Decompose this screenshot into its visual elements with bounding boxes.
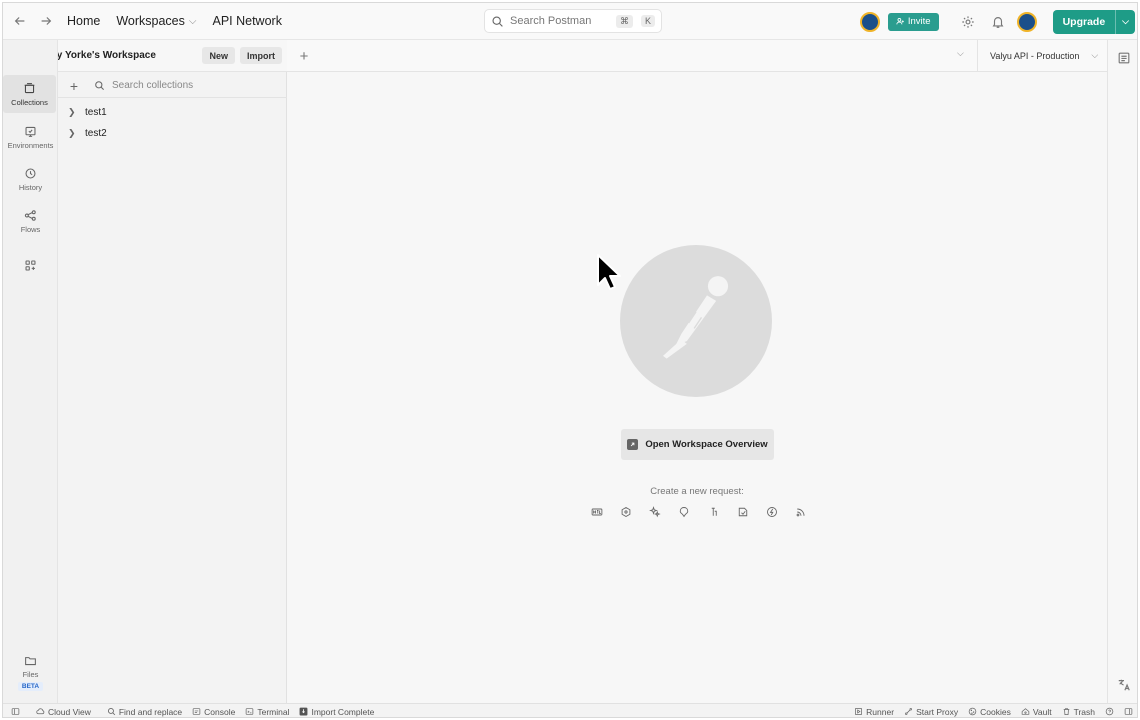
environments-icon: [25, 126, 36, 137]
toggle-right-panel-icon[interactable]: [1119, 707, 1137, 716]
grpc-icon[interactable]: [676, 504, 692, 520]
help-icon[interactable]: [1100, 707, 1119, 716]
vault-button[interactable]: Vault: [1016, 707, 1057, 717]
proxy-icon: [905, 708, 913, 715]
new-tab-plus-icon[interactable]: +: [295, 47, 313, 65]
user-avatar[interactable]: [1016, 11, 1037, 32]
app-window: Home Workspaces ⌵ API Network Search Pos…: [2, 2, 1138, 718]
find-replace-button[interactable]: Find and replace: [102, 707, 187, 717]
runner-button[interactable]: Runner: [849, 707, 899, 717]
create-request-label: Create a new request:: [650, 486, 744, 497]
trash-icon: [1063, 708, 1069, 715]
workspaces-menu[interactable]: Workspaces ⌵: [108, 14, 204, 28]
tabs-dropdown-chevron-icon[interactable]: ⌵: [957, 48, 964, 59]
collections-icon: [24, 82, 35, 93]
runner-icon: [855, 708, 863, 715]
search-icon: [492, 15, 503, 27]
main-panel: Open Workspace Overview Create a new req…: [287, 72, 1107, 703]
chevron-right-icon[interactable]: ❯: [68, 128, 78, 139]
grid-plus-icon: [25, 260, 36, 270]
environment-selector[interactable]: Valyu API - Production ⌵: [977, 40, 1107, 71]
collection-item[interactable]: ❯ test2: [68, 123, 107, 143]
mqtt-icon[interactable]: [764, 504, 780, 520]
collection-item[interactable]: ❯ test1: [68, 102, 107, 122]
import-button[interactable]: Import: [240, 47, 282, 64]
upgrade-dropdown-chevron-icon[interactable]: ⌵: [1115, 9, 1135, 34]
forward-arrow-icon[interactable]: [33, 8, 59, 34]
import-complete-status[interactable]: Import Complete: [294, 707, 379, 717]
folder-icon: [25, 656, 36, 665]
search-icon: [94, 80, 108, 91]
add-user-icon: [896, 17, 904, 25]
socketio-icon[interactable]: [735, 504, 751, 520]
add-collection-plus-icon[interactable]: +: [62, 78, 86, 94]
postman-logo-icon: [620, 245, 772, 397]
home-link[interactable]: Home: [59, 14, 108, 28]
status-bar-right: Runner Start Proxy Cookies Vault Trash: [849, 707, 1137, 717]
start-proxy-button[interactable]: Start Proxy: [899, 707, 963, 717]
settings-gear-icon[interactable]: [957, 11, 979, 33]
api-network-link[interactable]: API Network: [204, 14, 289, 28]
cloud-view-button[interactable]: Cloud View: [31, 707, 96, 717]
rail-item-environments[interactable]: Environments: [3, 118, 58, 156]
console-button[interactable]: Console: [187, 707, 240, 717]
collections-search-input[interactable]: Search collections: [112, 80, 193, 91]
search-placeholder: Search Postman: [510, 15, 592, 27]
request-type-icons: [589, 504, 809, 520]
vault-icon: [1021, 708, 1030, 715]
open-workspace-overview-button[interactable]: Open Workspace Overview: [621, 429, 774, 460]
status-bar: Cloud View Find and replace Console Term…: [3, 703, 1137, 717]
new-button[interactable]: New: [202, 47, 235, 64]
terminal-icon: [246, 708, 254, 715]
rail-item-flows[interactable]: Flows: [3, 202, 58, 240]
left-rail: Collections Environments History Flows F…: [3, 40, 58, 703]
rail-item-collections[interactable]: Collections: [3, 75, 56, 113]
header-actions: Invite Upgrade ⌵: [859, 3, 1137, 40]
top-header: Home Workspaces ⌵ API Network Search Pos…: [3, 3, 1137, 40]
chevron-down-icon: ⌵: [188, 15, 197, 27]
upgrade-button[interactable]: Upgrade ⌵: [1052, 9, 1135, 34]
websocket-icon[interactable]: [706, 504, 722, 520]
flows-icon: [24, 209, 36, 221]
history-icon: [25, 168, 36, 178]
import-status-icon: [300, 707, 308, 716]
external-link-icon: [627, 439, 639, 450]
rail-item-files[interactable]: Files BETA: [3, 648, 58, 696]
http-icon[interactable]: [589, 504, 605, 520]
rail-item-add-tools[interactable]: [3, 246, 58, 284]
shortcut-mod: ⌘: [615, 14, 633, 28]
invite-button[interactable]: Invite: [887, 12, 939, 31]
ai-icon[interactable]: [647, 504, 663, 520]
global-search-input[interactable]: Search Postman ⌘ K: [484, 9, 662, 33]
mouse-cursor-icon: [597, 254, 621, 290]
team-avatar[interactable]: [859, 11, 880, 32]
console-icon: [192, 708, 201, 715]
collections-sidebar: + Search collections ❯ test1 ❯ test2: [58, 72, 287, 703]
right-rail: [1107, 40, 1137, 703]
translate-ai-icon[interactable]: [1117, 678, 1131, 692]
toggle-sidebar-icon[interactable]: [3, 707, 25, 716]
beta-badge: BETA: [17, 681, 44, 691]
rail-item-history[interactable]: History: [3, 160, 58, 198]
chevron-down-icon: ⌵: [1091, 50, 1099, 60]
graphql-icon[interactable]: [618, 504, 634, 520]
shortcut-key: K: [640, 15, 655, 27]
terminal-button[interactable]: Terminal: [240, 707, 294, 717]
cookie-icon: [968, 707, 977, 716]
cookies-button[interactable]: Cookies: [963, 707, 1016, 717]
search-icon: [107, 707, 116, 716]
documentation-icon[interactable]: [1117, 51, 1131, 65]
sse-icon[interactable]: [793, 504, 809, 520]
chevron-right-icon[interactable]: ❯: [68, 107, 78, 118]
cloud-icon: [36, 708, 45, 715]
collections-search-row: + Search collections: [58, 74, 287, 98]
tab-bar: + ⌵ Valyu API - Production ⌵: [287, 40, 1107, 72]
notifications-bell-icon[interactable]: [987, 11, 1009, 33]
trash-button[interactable]: Trash: [1057, 707, 1100, 717]
back-arrow-icon[interactable]: [7, 8, 33, 34]
